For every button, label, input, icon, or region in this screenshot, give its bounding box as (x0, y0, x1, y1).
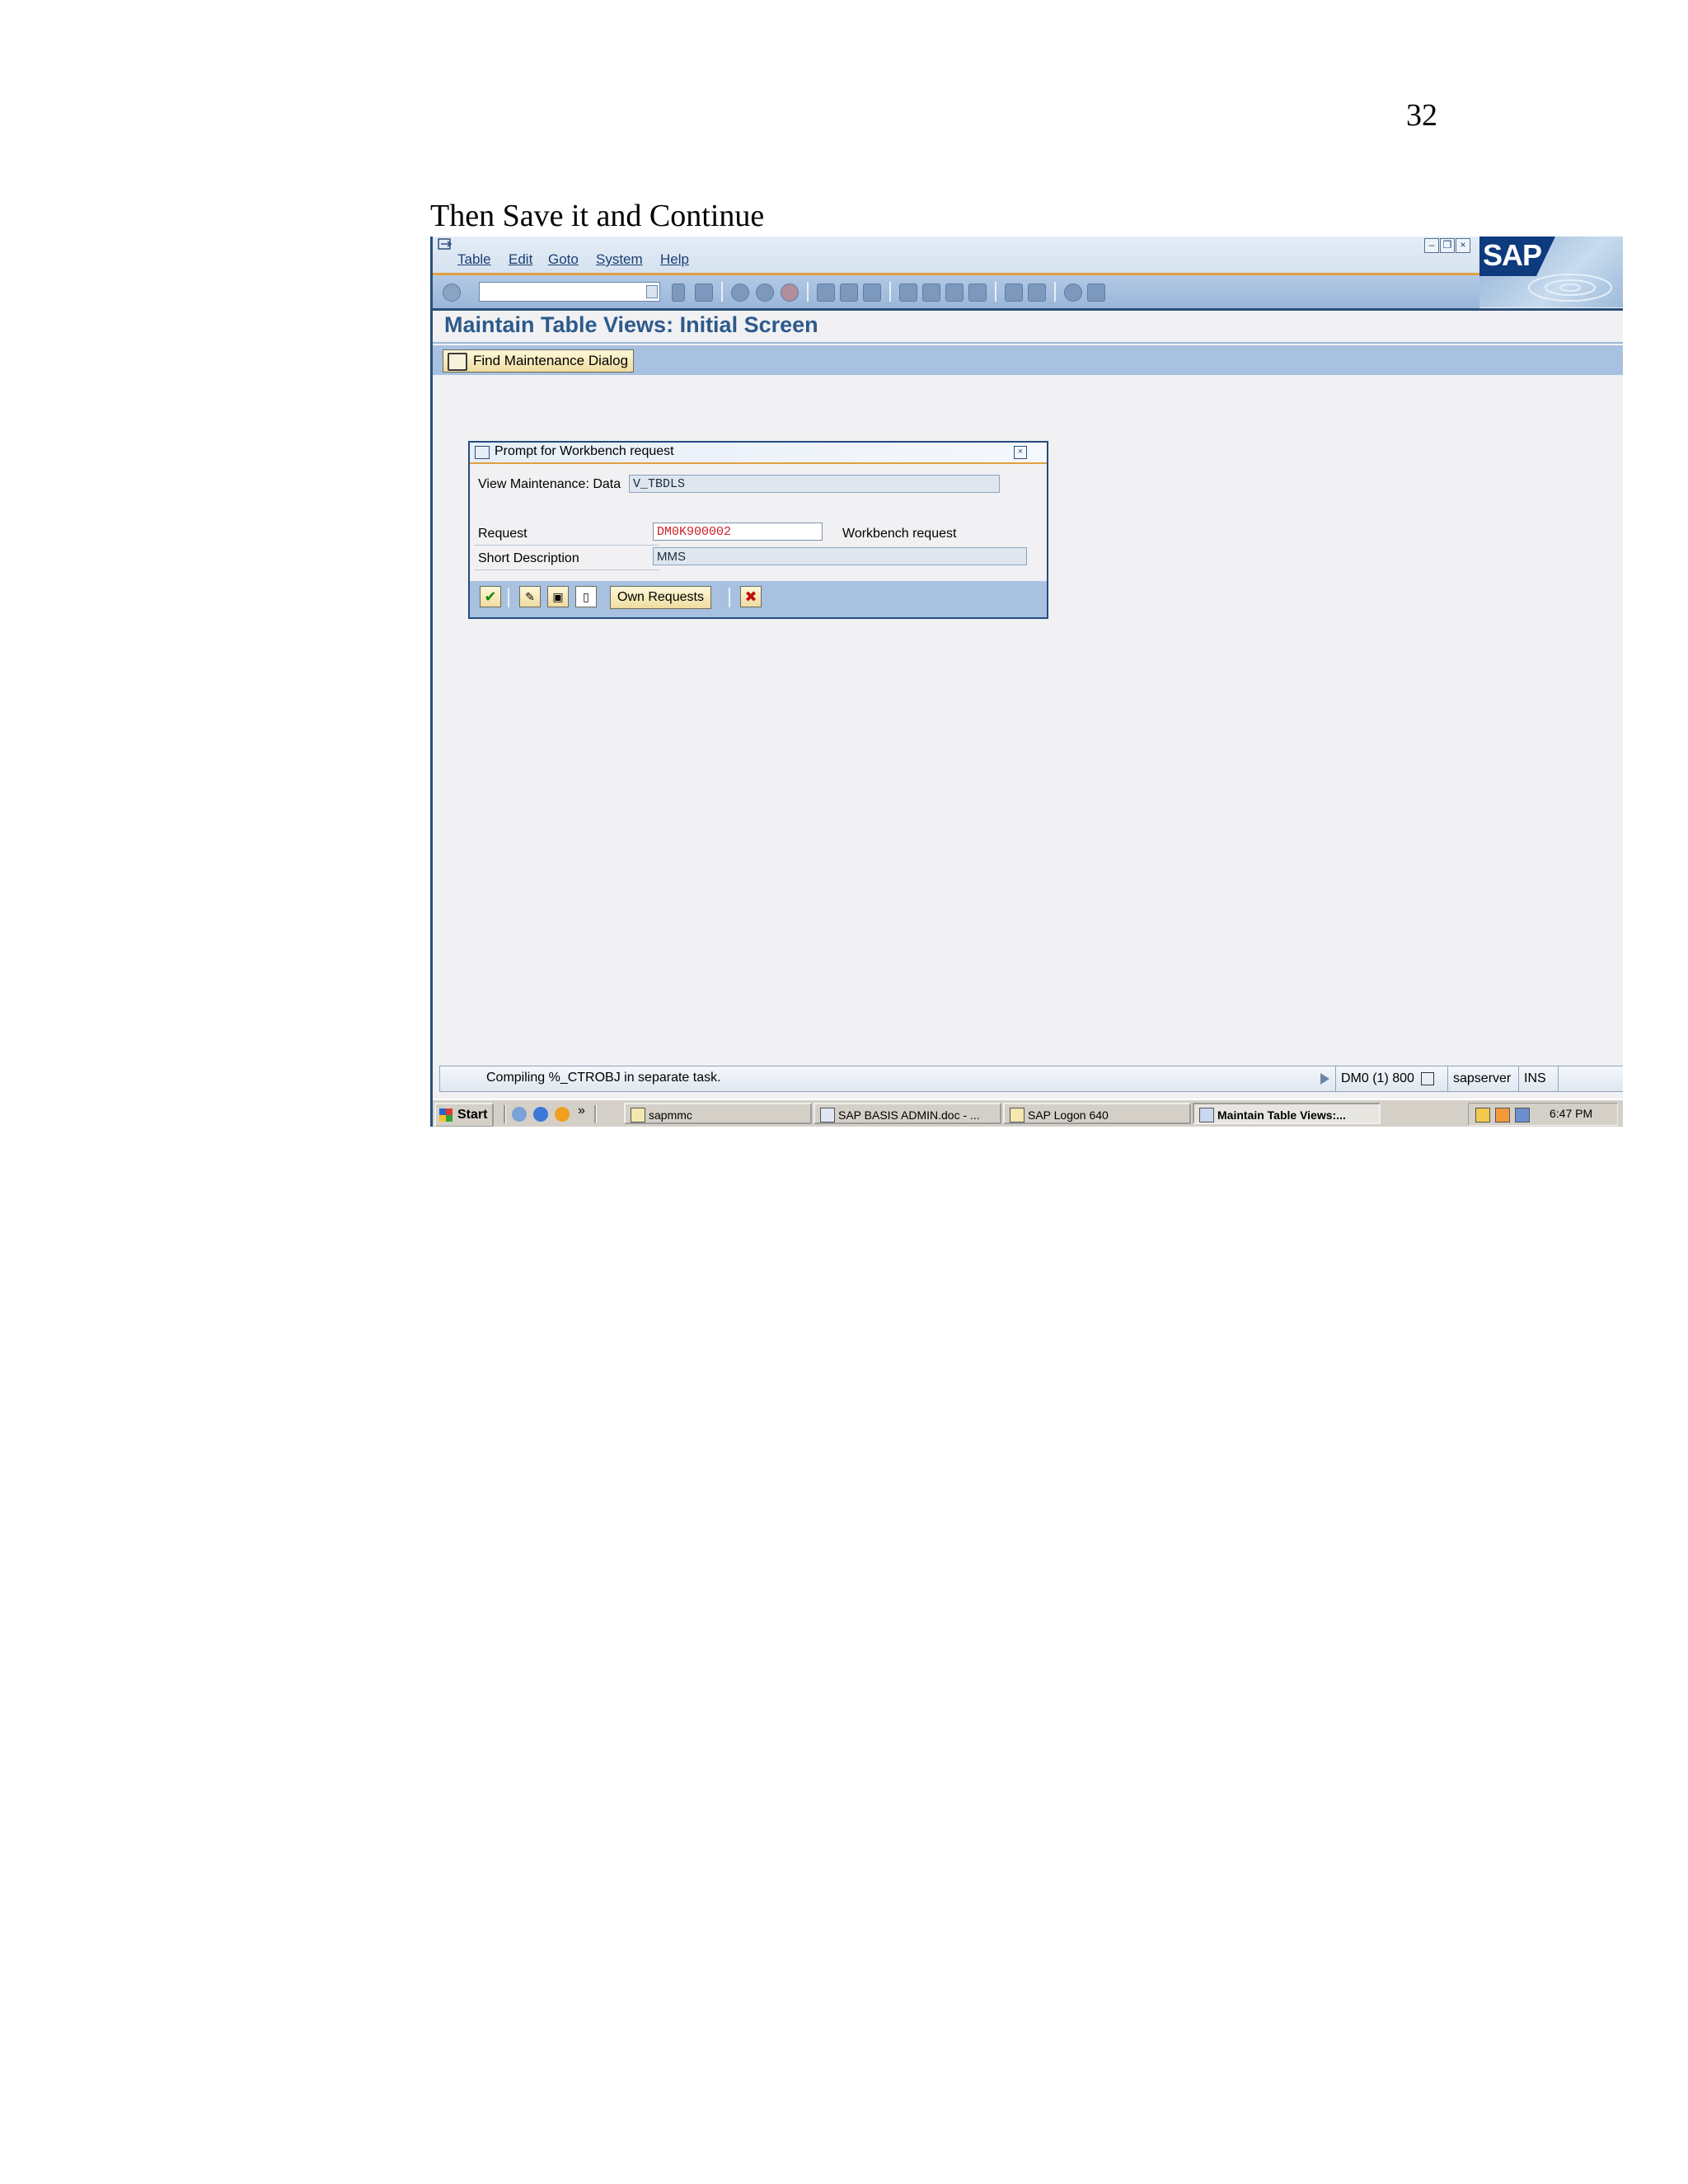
save-icon[interactable] (695, 284, 713, 302)
back-arrow-icon[interactable] (672, 284, 685, 302)
command-field[interactable] (479, 282, 660, 302)
sap-logon-icon (1010, 1108, 1025, 1122)
menu-goto[interactable]: Goto (548, 251, 579, 268)
system-tray: 6:47 PM (1468, 1103, 1618, 1126)
tray-sap-icon[interactable] (1475, 1108, 1490, 1122)
desktop-icon[interactable] (512, 1107, 527, 1122)
save-request-icon[interactable]: ▣ (547, 586, 569, 607)
layout-menu-icon[interactable] (1087, 284, 1105, 302)
request-label: Request (478, 527, 528, 541)
workbench-request-dialog: Prompt for Workbench request × View Main… (468, 441, 1048, 619)
view-maintenance-label: View Maintenance: Data (478, 477, 621, 491)
dialog-close-icon[interactable]: × (1014, 446, 1027, 459)
minimize-icon[interactable]: – (1424, 238, 1439, 253)
clock: 6:47 PM (1550, 1107, 1593, 1120)
previous-page-icon[interactable] (922, 284, 940, 302)
quick-launch-more[interactable]: » (578, 1104, 585, 1118)
menu-edit[interactable]: Edit (509, 251, 532, 268)
media-player-icon[interactable] (555, 1107, 570, 1122)
cancel-x-icon[interactable]: ✖ (740, 586, 762, 607)
find-maintenance-dialog-label: Find Maintenance Dialog (473, 353, 629, 368)
sap-logo-panel: SAP (1479, 237, 1623, 307)
menu-system[interactable]: System (596, 251, 643, 268)
status-server: sapserver (1447, 1066, 1516, 1091)
status-system: DM0 (1) 800 (1335, 1066, 1445, 1091)
standard-toolbar (433, 275, 1479, 308)
cancel-icon[interactable] (781, 284, 799, 302)
exit-icon[interactable] (756, 284, 774, 302)
find-next-icon[interactable] (863, 284, 881, 302)
screen-title: Maintain Table Views: Initial Screen (444, 312, 818, 337)
last-page-icon[interactable] (968, 284, 987, 302)
tray-app-icon[interactable] (1495, 1108, 1510, 1122)
print-icon[interactable] (817, 284, 835, 302)
back-icon[interactable] (731, 284, 749, 302)
internet-explorer-icon[interactable] (533, 1107, 548, 1122)
close-window-icon[interactable]: × (1456, 238, 1470, 253)
task-maintain-table-views[interactable]: Maintain Table Views:... (1193, 1103, 1381, 1124)
enter-icon[interactable] (443, 284, 461, 302)
dialog-title: Prompt for Workbench request (495, 444, 674, 458)
sapmmc-icon (631, 1108, 645, 1122)
dialog-title-bar: Prompt for Workbench request × (470, 443, 1047, 464)
request-type-label: Workbench request (842, 527, 957, 541)
find-maintenance-dialog-button[interactable]: Find Maintenance Dialog (443, 349, 635, 373)
sap-screenshot: Table Edit Goto System Help – ❐ × SAP Ma… (430, 237, 1623, 1127)
application-toolbar: Find Maintenance Dialog (433, 345, 1623, 375)
short-description-label: Short Description (478, 551, 579, 565)
ripple-decoration (1528, 274, 1612, 302)
create-session-icon[interactable] (1005, 284, 1023, 302)
windows-taskbar: Start » sapmmc SAP BASIS ADMIN.doc - ...… (433, 1099, 1623, 1127)
help-icon[interactable] (1064, 284, 1082, 302)
system-menu-icon[interactable] (438, 238, 454, 253)
menu-table[interactable]: Table (457, 251, 491, 268)
request-input[interactable]: DM0K900002 (653, 523, 823, 541)
first-page-icon[interactable] (899, 284, 917, 302)
word-document-icon (820, 1108, 835, 1122)
network-icon[interactable] (1515, 1108, 1530, 1122)
status-message: Compiling %_CTROBJ in separate task. (486, 1071, 721, 1085)
continue-checkmark-icon[interactable]: ✔ (480, 586, 501, 607)
command-dropdown-icon[interactable] (646, 285, 658, 298)
windows-logo-icon (439, 1108, 452, 1122)
sap-gui-icon (1199, 1108, 1214, 1122)
short-description-field[interactable]: MMS (653, 547, 1027, 565)
menu-bar: Table Edit Goto System Help – ❐ × (433, 237, 1623, 275)
page-number: 32 (1406, 98, 1437, 133)
task-sap-basis-admin-doc[interactable]: SAP BASIS ADMIN.doc - ... (814, 1103, 1001, 1124)
next-page-icon[interactable] (945, 284, 964, 302)
status-mode: INS (1518, 1066, 1551, 1091)
system-info-icon[interactable] (1421, 1071, 1435, 1085)
own-requests-button[interactable]: Own Requests (610, 586, 711, 609)
display-request-icon[interactable]: ✎ (519, 586, 541, 607)
menu-help[interactable]: Help (660, 251, 689, 268)
restore-icon[interactable]: ❐ (1440, 238, 1455, 253)
task-sapmmc[interactable]: sapmmc (624, 1103, 812, 1124)
status-bar: Compiling %_CTROBJ in separate task. DM0… (439, 1066, 1623, 1092)
task-sap-logon[interactable]: SAP Logon 640 (1003, 1103, 1191, 1124)
dialog-toolbar: ✔ ✎ ▣ ▯ Own Requests ✖ (470, 581, 1047, 617)
start-button[interactable]: Start (434, 1103, 495, 1127)
dialog-menu-icon[interactable] (475, 446, 490, 459)
shortcut-icon[interactable] (1028, 284, 1046, 302)
view-maintenance-field: V_TBDLS (629, 475, 1000, 493)
create-request-icon[interactable]: ▯ (575, 586, 597, 607)
caption: Then Save it and Continue (430, 199, 765, 233)
binoculars-icon (448, 353, 467, 371)
status-expand-icon[interactable] (1320, 1073, 1329, 1085)
find-icon[interactable] (840, 284, 858, 302)
